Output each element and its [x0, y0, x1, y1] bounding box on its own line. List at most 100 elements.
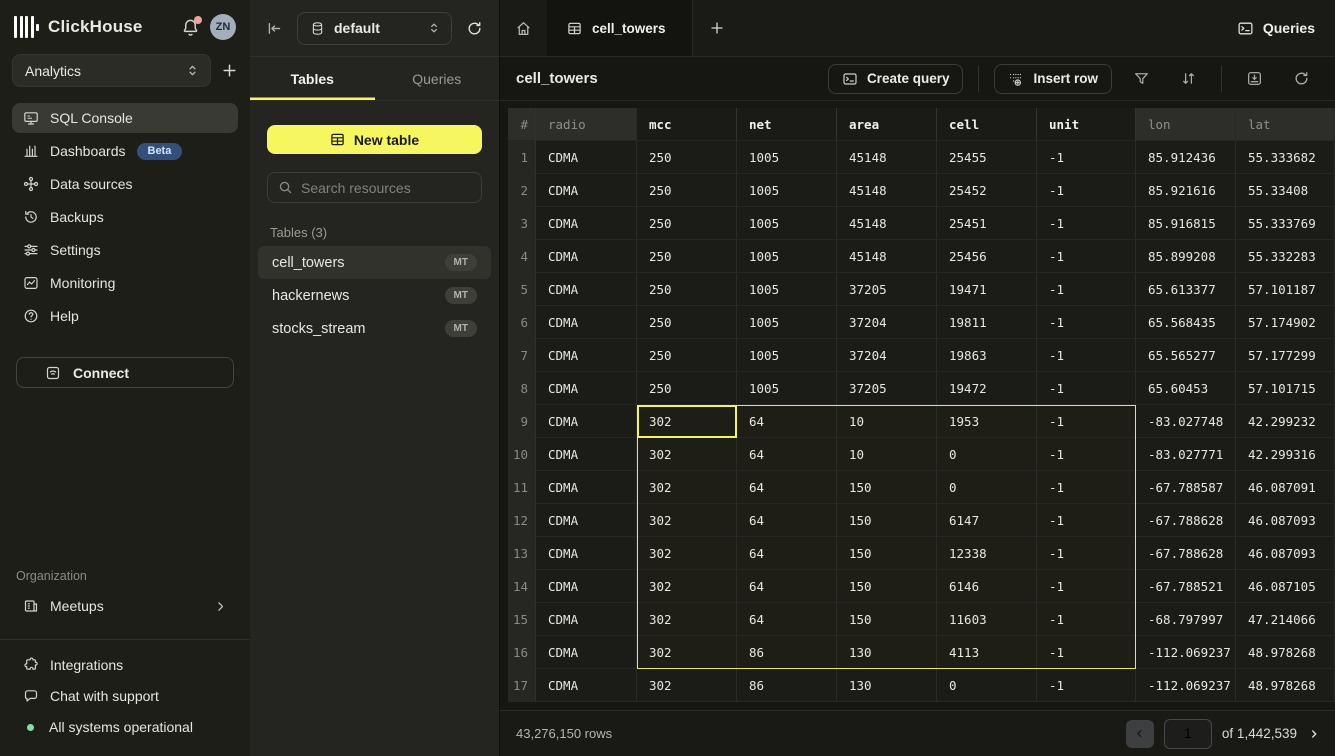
grid-cell[interactable]: -1 — [1037, 207, 1136, 240]
grid-cell[interactable]: 64 — [737, 537, 837, 570]
grid-cell[interactable]: 57.101187 — [1236, 273, 1335, 306]
grid-cell[interactable]: 46.087093 — [1236, 504, 1335, 537]
sort-icon[interactable] — [1171, 66, 1206, 91]
grid-cell[interactable]: 64 — [737, 570, 837, 603]
grid-cell[interactable]: 48.978268 — [1236, 636, 1335, 669]
grid-cell[interactable]: 4113 — [937, 636, 1037, 669]
row-number[interactable]: 14 — [508, 570, 536, 603]
sidebar-item-data-sources[interactable]: Data sources — [12, 169, 238, 199]
grid-cell[interactable]: 19472 — [937, 372, 1037, 405]
column-header-net[interactable]: net — [737, 108, 837, 141]
row-number[interactable]: 13 — [508, 537, 536, 570]
grid-cell[interactable]: 45148 — [837, 174, 937, 207]
grid-cell[interactable]: -1 — [1037, 174, 1136, 207]
grid-cell[interactable]: CDMA — [536, 537, 637, 570]
sidebar-item-all-systems-operational[interactable]: All systems operational — [12, 712, 238, 742]
grid-cell[interactable]: 19811 — [937, 306, 1037, 339]
column-header-unit[interactable]: unit — [1037, 108, 1136, 141]
grid-cell[interactable]: 86 — [737, 669, 837, 702]
grid-cell[interactable]: 48.978268 — [1236, 669, 1335, 702]
grid-cell[interactable]: 10 — [837, 405, 937, 438]
grid-cell[interactable]: 64 — [737, 603, 837, 636]
grid-cell[interactable]: 65.613377 — [1136, 273, 1236, 306]
grid-cell[interactable]: -67.788628 — [1136, 537, 1236, 570]
grid-cell[interactable]: CDMA — [536, 471, 637, 504]
grid-cell[interactable]: 55.332283 — [1236, 240, 1335, 273]
grid-cell[interactable]: 37204 — [837, 306, 937, 339]
table-item-stocks_stream[interactable]: stocks_streamMT — [258, 312, 491, 345]
grid-cell[interactable]: 37205 — [837, 273, 937, 306]
grid-cell[interactable]: 65.60453 — [1136, 372, 1236, 405]
grid-cell[interactable]: 302 — [637, 636, 737, 669]
grid-cell[interactable]: 57.177299 — [1236, 339, 1335, 372]
grid-cell[interactable]: 130 — [837, 636, 937, 669]
grid-cell[interactable]: -67.788587 — [1136, 471, 1236, 504]
column-header-area[interactable]: area — [837, 108, 937, 141]
grid-cell[interactable]: -68.797997 — [1136, 603, 1236, 636]
grid-cell[interactable]: -1 — [1037, 240, 1136, 273]
grid-cell[interactable]: 1005 — [737, 273, 837, 306]
grid-cell[interactable]: CDMA — [536, 636, 637, 669]
grid-cell[interactable]: 85.899208 — [1136, 240, 1236, 273]
grid-cell[interactable]: 45148 — [837, 141, 937, 174]
grid-cell[interactable]: CDMA — [536, 438, 637, 471]
grid-cell[interactable]: 64 — [737, 471, 837, 504]
grid-cell[interactable]: 150 — [837, 570, 937, 603]
grid-cell[interactable]: 65.565277 — [1136, 339, 1236, 372]
tab-cell-towers[interactable]: cell_towers — [547, 0, 693, 56]
grid-cell[interactable]: CDMA — [536, 141, 637, 174]
row-number[interactable]: 10 — [508, 438, 536, 471]
grid-cell[interactable]: 25455 — [937, 141, 1037, 174]
grid-cell[interactable]: -112.069237 — [1136, 669, 1236, 702]
grid-cell[interactable]: 25452 — [937, 174, 1037, 207]
refresh-database-icon[interactable] — [466, 20, 483, 37]
grid-cell[interactable]: 0 — [937, 438, 1037, 471]
grid-cell[interactable]: 42.299316 — [1236, 438, 1335, 471]
grid-cell[interactable]: -1 — [1037, 339, 1136, 372]
grid-cell[interactable]: 55.333769 — [1236, 207, 1335, 240]
notifications-bell-icon[interactable] — [181, 18, 200, 37]
sidebar-item-dashboards[interactable]: DashboardsBeta — [12, 136, 238, 166]
grid-cell[interactable]: 25456 — [937, 240, 1037, 273]
grid-cell[interactable]: CDMA — [536, 603, 637, 636]
grid-cell[interactable]: 302 — [637, 537, 737, 570]
grid-cell[interactable]: 6147 — [937, 504, 1037, 537]
sidebar-item-meetups[interactable]: Meetups — [12, 591, 238, 621]
grid-cell[interactable]: CDMA — [536, 504, 637, 537]
grid-cell[interactable]: 302 — [637, 504, 737, 537]
grid-cell[interactable]: 1005 — [737, 372, 837, 405]
row-number[interactable]: 4 — [508, 240, 536, 273]
grid-cell[interactable]: 37204 — [837, 339, 937, 372]
row-number[interactable]: 5 — [508, 273, 536, 306]
grid-cell[interactable]: 64 — [737, 504, 837, 537]
grid-cell[interactable]: 150 — [837, 471, 937, 504]
create-query-button[interactable]: Create query — [828, 64, 964, 94]
grid-cell[interactable]: CDMA — [536, 207, 637, 240]
grid-cell[interactable]: 302 — [637, 669, 737, 702]
row-number[interactable]: 17 — [508, 669, 536, 702]
grid-cell[interactable]: 150 — [837, 537, 937, 570]
grid-cell[interactable]: 46.087091 — [1236, 471, 1335, 504]
grid-cell[interactable]: 250 — [637, 339, 737, 372]
grid-cell[interactable]: 12338 — [937, 537, 1037, 570]
grid-cell[interactable]: 150 — [837, 603, 937, 636]
queries-button[interactable]: Queries — [1237, 0, 1315, 56]
database-select[interactable]: default — [297, 12, 452, 45]
grid-cell[interactable]: 1005 — [737, 174, 837, 207]
grid-cell[interactable]: -1 — [1037, 570, 1136, 603]
sidebar-item-help[interactable]: Help — [12, 301, 238, 331]
grid-cell[interactable]: -1 — [1037, 405, 1136, 438]
prev-page-button[interactable] — [1126, 720, 1154, 748]
column-header-mcc[interactable]: mcc — [637, 108, 737, 141]
grid-cell[interactable]: CDMA — [536, 174, 637, 207]
grid-cell[interactable]: 1005 — [737, 339, 837, 372]
grid-cell[interactable]: CDMA — [536, 570, 637, 603]
grid-cell[interactable]: -1 — [1037, 438, 1136, 471]
grid-cell[interactable]: -67.788521 — [1136, 570, 1236, 603]
grid-cell[interactable]: CDMA — [536, 339, 637, 372]
grid-cell[interactable]: -1 — [1037, 141, 1136, 174]
grid-cell[interactable]: -112.069237 — [1136, 636, 1236, 669]
grid-cell[interactable]: 250 — [637, 240, 737, 273]
row-number[interactable]: 7 — [508, 339, 536, 372]
grid-cell[interactable]: 86 — [737, 636, 837, 669]
